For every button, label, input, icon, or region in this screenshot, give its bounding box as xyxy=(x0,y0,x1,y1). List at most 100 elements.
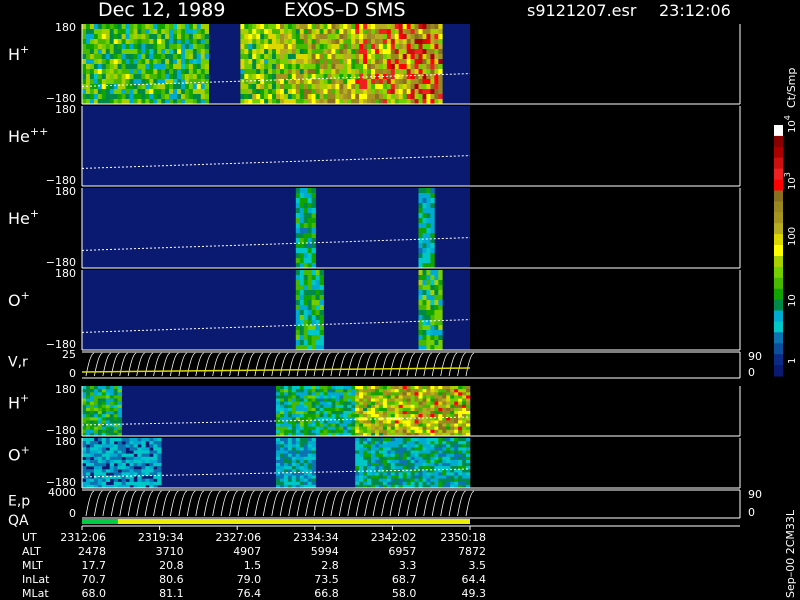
spectrogram-cell xyxy=(291,39,297,45)
spectrogram-cell xyxy=(93,411,99,415)
spectrogram-cell xyxy=(422,305,427,311)
spectrogram-cell xyxy=(82,417,87,421)
spectrogram-cell xyxy=(382,463,388,467)
orbit-value: 3.5 xyxy=(469,559,487,572)
spectrogram-cell xyxy=(165,69,170,75)
spectrogram-cell xyxy=(406,49,411,55)
spectrogram-cell xyxy=(299,398,305,402)
spectrogram-cell xyxy=(121,469,126,473)
spectrogram-cell xyxy=(398,94,403,100)
spectrogram-cell xyxy=(426,466,431,470)
spectrogram-cell xyxy=(418,315,423,321)
spectrogram-cell xyxy=(378,84,384,90)
spectrogram-cell xyxy=(462,478,467,482)
spectrogram-cell xyxy=(418,89,423,95)
spectrogram-cell xyxy=(422,300,427,306)
spectrogram-cell xyxy=(390,24,396,30)
spectrogram-cell xyxy=(97,84,103,90)
spectrogram-cell xyxy=(378,54,384,60)
spectrogram-cell xyxy=(240,24,245,30)
spectrogram-cell xyxy=(458,459,463,464)
spectrogram-cell xyxy=(363,472,368,476)
spectrogram-cell xyxy=(315,79,320,85)
spectrogram-cell xyxy=(402,74,407,80)
spectrogram-cell xyxy=(367,44,372,50)
spectrogram-cell xyxy=(355,466,360,470)
spectrogram-cell xyxy=(153,59,158,65)
spectrogram-cell xyxy=(89,94,95,100)
spectrogram-cell xyxy=(390,398,396,402)
velocity-curve xyxy=(355,490,365,517)
spectrogram-cell xyxy=(153,54,158,60)
spectrogram-cell xyxy=(442,423,447,427)
spectrogram-cell xyxy=(303,89,308,95)
spectrogram-cell xyxy=(402,429,407,434)
velocity-curve xyxy=(102,352,112,377)
spectrogram-cell xyxy=(331,39,336,45)
spectrogram-cell xyxy=(105,84,111,90)
spectrogram-cell xyxy=(196,69,202,75)
spectrogram-cell xyxy=(355,453,360,457)
spectrogram-cell xyxy=(390,395,396,399)
spectrogram-cell xyxy=(371,466,376,470)
orbit-row-label: ALT xyxy=(22,545,41,558)
spectrogram-cell xyxy=(454,444,459,448)
spectrogram-cell xyxy=(133,463,138,467)
spectrogram-cell xyxy=(101,84,107,90)
spectrogram-cell xyxy=(382,89,388,95)
spectrogram-cell xyxy=(422,450,427,454)
spectrogram-cell xyxy=(378,463,384,467)
spectrogram-cell xyxy=(276,24,281,30)
spectrogram-cell xyxy=(422,447,427,451)
spectrogram-cell xyxy=(422,69,427,75)
spectrogram-cell xyxy=(394,89,400,95)
spectrogram-cell xyxy=(86,392,91,396)
panel-ytick-top: 180 xyxy=(55,21,76,34)
spectrogram-cell xyxy=(347,401,352,405)
spectrogram-cell xyxy=(382,459,388,464)
spectrogram-cell xyxy=(105,420,111,424)
spectrogram-cell xyxy=(260,79,265,85)
spectrogram-cell xyxy=(438,411,443,415)
spectrogram-cell xyxy=(113,401,118,405)
spectrogram-cell xyxy=(299,193,305,199)
spectrogram-cell xyxy=(311,285,316,291)
spectrogram-cell xyxy=(351,392,356,396)
spectrogram-cell xyxy=(89,69,95,75)
spectrogram-cell xyxy=(410,398,415,402)
spectrogram-cell xyxy=(382,444,388,448)
spectrogram-cell xyxy=(355,54,360,60)
spectrogram-cell xyxy=(394,447,400,451)
spectrogram-cell xyxy=(109,386,114,390)
spectrogram-cell xyxy=(129,94,134,100)
spectrogram-cell xyxy=(240,84,245,90)
spectrogram-cell xyxy=(406,447,411,451)
spectrogram-cell xyxy=(382,24,388,30)
spectrogram-cell xyxy=(410,395,415,399)
spectrogram-cell xyxy=(145,453,150,457)
velocity-curve xyxy=(440,352,449,377)
spectrogram-cell xyxy=(113,79,118,85)
spectrogram-cell xyxy=(382,466,388,470)
spectrogram-cell xyxy=(105,417,111,421)
spectrogram-cell xyxy=(307,243,312,249)
spectrogram-cell xyxy=(86,39,91,45)
spectrogram-cell xyxy=(109,456,114,461)
spectrogram-cell xyxy=(295,213,301,219)
spectrogram-cell xyxy=(375,447,380,451)
spectrogram-cell xyxy=(394,34,400,40)
spectrogram-cell xyxy=(133,79,138,85)
spectrogram-cell xyxy=(446,447,451,451)
spectrogram-cell xyxy=(200,64,206,70)
spectrogram-cell xyxy=(398,478,403,482)
spectrogram-cell xyxy=(363,411,368,415)
spectrogram-cell xyxy=(129,438,134,442)
spectrogram-cell xyxy=(303,193,308,199)
spectrogram-cell xyxy=(248,29,253,35)
spectrogram-cell xyxy=(414,34,419,40)
spectrogram-cell xyxy=(410,420,415,424)
velocity-curve xyxy=(119,490,129,517)
spectrogram-cell xyxy=(133,481,138,486)
spectrogram-cell xyxy=(442,395,447,399)
spectrogram-cell xyxy=(327,69,332,75)
